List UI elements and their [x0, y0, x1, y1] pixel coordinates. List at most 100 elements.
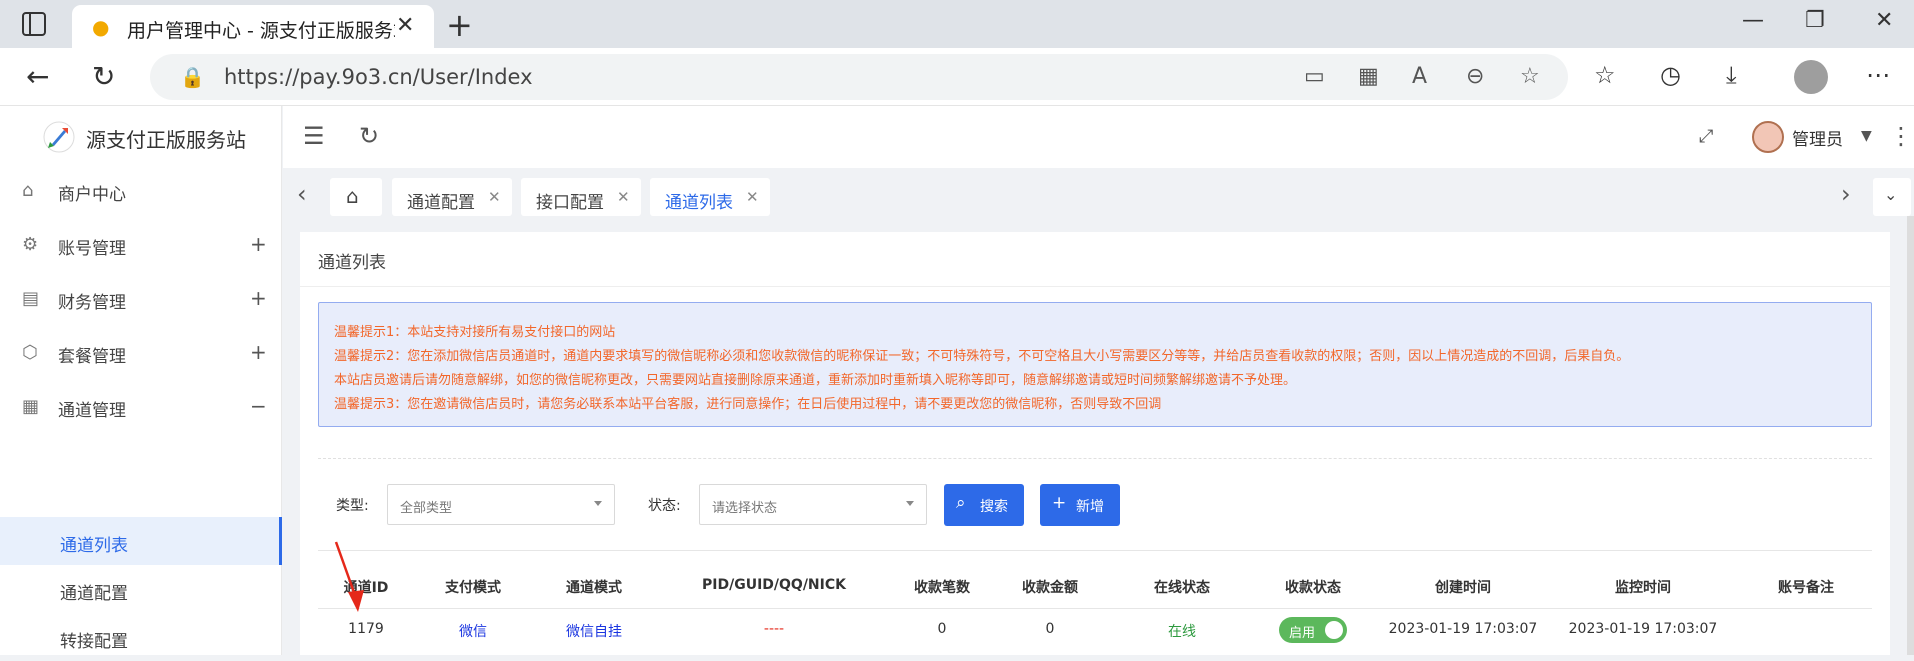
refresh-icon[interactable]: ↻: [359, 122, 379, 150]
cell-pid: ----: [763, 621, 785, 637]
tab-channel-config[interactable]: 通道配置 ✕: [392, 178, 512, 216]
divider: [300, 286, 1890, 287]
browser-tab-title: 用户管理中心 - 源支付正版服务站: [127, 20, 395, 42]
sidebar-item-finance[interactable]: ▤ 财务管理 +: [0, 274, 282, 324]
tab-label: 通道列表: [665, 193, 733, 213]
search-icon: ⌕: [956, 493, 966, 513]
notice-box: 温馨提示1：本站支持对接所有易支付接口的网站 温馨提示2：您在添加微信店员通道时…: [318, 302, 1872, 427]
history-icon[interactable]: ◷: [1660, 61, 1681, 89]
url-field[interactable]: 🔒 https://pay.9o3.cn/User/Index ▭ ▦ A ⊖ …: [150, 54, 1568, 100]
home-icon: ⌂: [346, 184, 359, 208]
user-menu[interactable]: 管理员: [1792, 125, 1843, 150]
chevron-down-icon[interactable]: ▼: [1861, 128, 1872, 144]
sidebar-subitem-label: 转接配置: [60, 632, 128, 652]
download-icon[interactable]: ⤓: [1726, 61, 1737, 89]
th-amount: 收款金额: [1022, 580, 1078, 596]
fullscreen-icon[interactable]: ⤢: [1699, 126, 1713, 147]
sidebar-item-label: 财务管理: [58, 293, 126, 313]
toggle-label: 启用: [1289, 626, 1316, 641]
home-icon: ⌂: [22, 180, 34, 201]
sidebar-item-label: 通道管理: [58, 401, 126, 421]
grid-icon: ▦: [22, 396, 40, 417]
th-created: 创建时间: [1435, 580, 1491, 596]
search-button[interactable]: ⌕ 搜索: [944, 484, 1024, 526]
type-filter-label: 类型:: [336, 498, 369, 514]
sidebar-item-channel[interactable]: ▦ 通道管理 −: [0, 382, 282, 432]
reload-icon[interactable]: ↻: [92, 60, 115, 93]
scrollbar[interactable]: [1907, 216, 1914, 655]
plus-icon: +: [1052, 493, 1067, 513]
table-row-divider: [318, 608, 1872, 609]
th-collect-status: 收款状态: [1285, 580, 1341, 596]
tab-home[interactable]: ⌂: [330, 178, 382, 216]
close-tab-icon[interactable]: ✕: [396, 13, 414, 38]
tabs-scroll-right-icon[interactable]: ›: [1841, 180, 1851, 208]
tabs-dropdown[interactable]: ⌄: [1873, 178, 1911, 216]
notice-line: 本站店员邀请后请勿随意解绑，如您的微信昵称更改，只需要网站直接删除原来通道，重新…: [334, 373, 1297, 388]
tabs-scroll-left-icon[interactable]: ‹: [297, 180, 307, 208]
menu-toggle-icon[interactable]: ☰: [303, 122, 325, 150]
th-pid: PID/GUID/QQ/NICK: [702, 577, 846, 593]
sidebar-item-account[interactable]: ⚙ 账号管理 +: [0, 220, 282, 270]
cell-amount: 0: [1045, 621, 1055, 637]
close-icon[interactable]: ✕: [746, 188, 759, 206]
browser-tab[interactable]: ● 用户管理中心 - 源支付正版服务站 ✕: [72, 5, 434, 48]
close-window-icon[interactable]: ✕: [1875, 8, 1893, 33]
back-icon[interactable]: ←: [26, 60, 49, 93]
th-monitored: 监控时间: [1615, 580, 1671, 596]
sidebar-item-package[interactable]: ⬡ 套餐管理 +: [0, 328, 282, 378]
card-title: 通道列表: [318, 253, 386, 273]
add-favorite-icon[interactable]: ☆: [1520, 64, 1540, 89]
url-text[interactable]: https://pay.9o3.cn/User/Index: [224, 65, 533, 89]
sidebar-subitem-channel-list[interactable]: 通道列表: [0, 517, 282, 565]
avatar[interactable]: [1752, 121, 1784, 153]
chevron-down-icon: ⌄: [1884, 185, 1898, 204]
tab-actions-icon[interactable]: [22, 12, 46, 36]
favorites-icon[interactable]: ☆: [1594, 61, 1616, 89]
close-icon[interactable]: ✕: [617, 188, 630, 206]
browser-tab-strip: ● 用户管理中心 - 源支付正版服务站 ✕ + — ❐ ✕: [0, 0, 1914, 48]
more-vertical-icon[interactable]: ⋮: [1889, 122, 1913, 150]
expand-icon: +: [250, 286, 267, 310]
type-select[interactable]: 全部类型: [387, 484, 615, 525]
notice-line: 温馨提示1：本站支持对接所有易支付接口的网站: [334, 325, 616, 340]
cell-created: 2023-01-19 17:03:07: [1388, 621, 1538, 637]
sidebar-subitem-channel-config[interactable]: 通道配置: [0, 565, 282, 613]
read-aloud-icon[interactable]: A: [1412, 64, 1427, 89]
tab-channel-list[interactable]: 通道列表 ✕: [650, 178, 770, 216]
tab-interface-config[interactable]: 接口配置 ✕: [521, 178, 641, 216]
page-tabs: ‹ ⌂ 通道配置 ✕ 接口配置 ✕ 通道列表 ✕ › ⌄: [283, 168, 1914, 224]
sidebar-subitem-label: 通道列表: [60, 536, 128, 556]
restore-icon[interactable]: ❐: [1805, 8, 1825, 33]
collapse-icon: −: [250, 394, 267, 418]
sidebar-item-merchant[interactable]: ⌂ 商户中心: [0, 166, 282, 216]
app-header: ☰ ↻ ⤢ 管理员 ▼ ⋮: [283, 106, 1914, 168]
apps-icon[interactable]: ▦: [1358, 64, 1379, 89]
close-icon[interactable]: ✕: [488, 188, 501, 206]
th-remark: 账号备注: [1778, 580, 1834, 596]
new-tab-icon[interactable]: +: [446, 6, 473, 44]
more-icon[interactable]: ⋯: [1866, 61, 1890, 89]
toggle-knob: [1325, 621, 1343, 639]
collect-status-toggle[interactable]: 启用: [1279, 617, 1347, 643]
zoom-out-icon[interactable]: ⊖: [1466, 64, 1484, 89]
cell-count: 0: [937, 621, 947, 637]
status-select[interactable]: 请选择状态: [699, 484, 927, 525]
address-bar: ← ↻ 🔒 https://pay.9o3.cn/User/Index ▭ ▦ …: [0, 48, 1914, 106]
sidebar-item-label: 账号管理: [58, 239, 126, 259]
annotation-arrow-icon: [334, 541, 364, 612]
device-icon[interactable]: ▭: [1304, 64, 1325, 89]
favicon-icon: ●: [92, 15, 110, 39]
profile-avatar[interactable]: [1794, 60, 1828, 94]
sidebar-subitem-label: 通道配置: [60, 584, 128, 604]
tab-label: 通道配置: [407, 193, 475, 213]
add-button[interactable]: + 新增: [1040, 484, 1120, 526]
th-pay-mode: 支付模式: [445, 580, 501, 596]
minimize-icon[interactable]: —: [1742, 8, 1764, 33]
search-button-label: 搜索: [980, 499, 1008, 515]
site-name: 源支付正版服务站: [86, 128, 246, 152]
notice-line: 温馨提示2：您在添加微信店员通道时，通道内要求填写的微信昵称必须和您收款微信的昵…: [334, 349, 1630, 364]
sidebar-subitem-transfer-config[interactable]: 转接配置: [0, 613, 282, 661]
lock-icon[interactable]: 🔒: [180, 65, 205, 89]
table-border: [318, 550, 1872, 551]
